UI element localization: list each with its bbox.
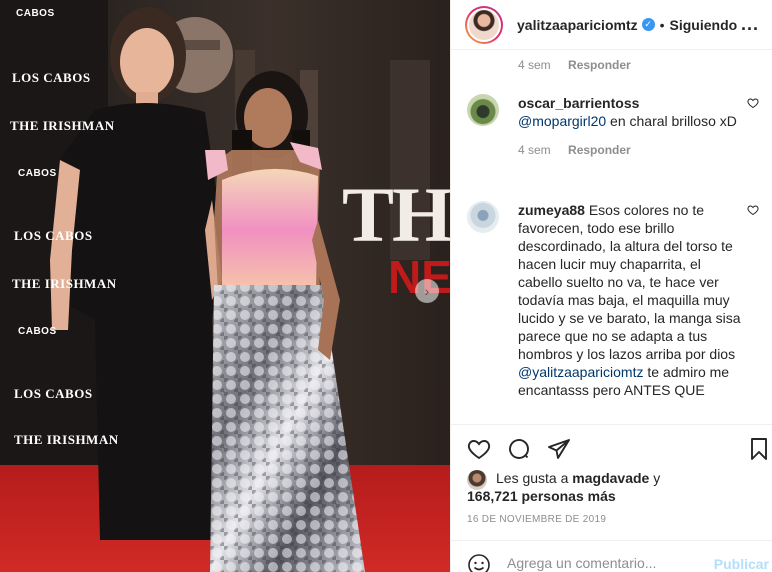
publish-button[interactable]: Publicar — [714, 556, 769, 572]
post-side-panel: yalitzaapariciomtz ✓ • Siguiendo ... 4 s… — [450, 0, 772, 572]
following-button[interactable]: Siguiendo — [670, 17, 738, 33]
separator-dot: • — [659, 16, 665, 33]
comment-item: zumeya88 Esos colores no te favorecen, t… — [467, 201, 763, 424]
commenter-avatar[interactable] — [467, 94, 499, 126]
comments-list[interactable]: 4 sem Responder oscar_barrientoss @mopar… — [451, 50, 772, 424]
backdrop-logo: LOS CABOS — [14, 386, 93, 401]
like-comment-heart-icon[interactable] — [747, 204, 759, 216]
bookmark-save-icon[interactable] — [747, 437, 771, 461]
comment-text: en charal brilloso xD — [606, 113, 737, 129]
comment-input[interactable] — [507, 555, 697, 571]
comment-body: zumeya88 Esos colores no te favorecen, t… — [518, 201, 742, 399]
author-avatar[interactable] — [465, 5, 503, 44]
comment-item: oscar_barrientoss @mopargirl20 en charal… — [467, 94, 763, 174]
backdrop-logo: CABOS — [16, 8, 55, 19]
like-heart-icon[interactable] — [467, 437, 491, 461]
post-photo[interactable]: CABOS LOS CABOS THE IRISHMAN CABOS LOS C… — [0, 0, 450, 572]
backdrop-logo: THE IRISHMAN — [12, 276, 117, 291]
backdrop-logo: CABOS — [18, 326, 57, 337]
post-date: 16 DE NOVIEMBRE DE 2019 — [467, 514, 607, 525]
comment-meta: 4 sem Responder — [518, 141, 742, 159]
liker-avatar[interactable] — [467, 470, 487, 490]
verified-badge-icon: ✓ — [641, 18, 655, 31]
liker-username[interactable]: magdavade — [572, 470, 649, 486]
avatar-image — [469, 9, 499, 40]
backdrop-title: THE IRISH — [342, 171, 450, 258]
comment-meta: 4 sem Responder — [518, 58, 631, 72]
likes-prefix: Les gusta a — [496, 470, 573, 486]
more-options-icon[interactable]: ... — [741, 14, 759, 35]
post-header: yalitzaapariciomtz ✓ • Siguiendo ... — [451, 0, 772, 50]
backdrop-logo: CABOS — [18, 168, 57, 179]
comment-body: oscar_barrientoss @mopargirl20 en charal… — [518, 94, 742, 159]
comment-composer: Publicar — [451, 540, 772, 572]
comment-time: 4 sem — [518, 58, 551, 72]
commenter-avatar[interactable] — [467, 201, 499, 233]
comment-text: Esos colores no te favorecen, todo ese b… — [518, 202, 741, 362]
like-comment-heart-icon[interactable] — [747, 97, 759, 109]
likes-summary: Les gusta a magdavade y 168,721 personas… — [467, 469, 660, 505]
comment-bubble-icon[interactable] — [507, 437, 531, 461]
backdrop-logo: LOS CABOS — [12, 70, 91, 85]
backdrop-logo: THE IRISHMAN — [14, 432, 119, 447]
reply-button[interactable]: Responder — [568, 58, 631, 72]
comment-author[interactable]: zumeya88 — [518, 202, 585, 218]
author-username[interactable]: yalitzaapariciomtz — [517, 17, 638, 33]
comment-time: 4 sem — [518, 143, 551, 157]
likes-count[interactable]: 168,721 personas más — [467, 488, 616, 504]
chevron-right-icon: › — [424, 283, 430, 299]
comment-author[interactable]: oscar_barrientoss — [518, 95, 639, 111]
backdrop-logo: THE IRISHMAN — [10, 118, 115, 133]
likes-conjunction: y — [649, 470, 661, 486]
comment-mention[interactable]: @yalitzaapariciomtz — [518, 364, 643, 380]
reply-button[interactable]: Responder — [568, 143, 631, 157]
share-send-icon[interactable] — [547, 437, 571, 461]
backdrop-logo: LOS CABOS — [14, 228, 93, 243]
post-actions-bar — [451, 424, 772, 472]
carousel-next-button[interactable]: › — [415, 279, 439, 303]
comment-mention[interactable]: @mopargirl20 — [518, 113, 606, 129]
emoji-icon[interactable] — [467, 553, 491, 572]
